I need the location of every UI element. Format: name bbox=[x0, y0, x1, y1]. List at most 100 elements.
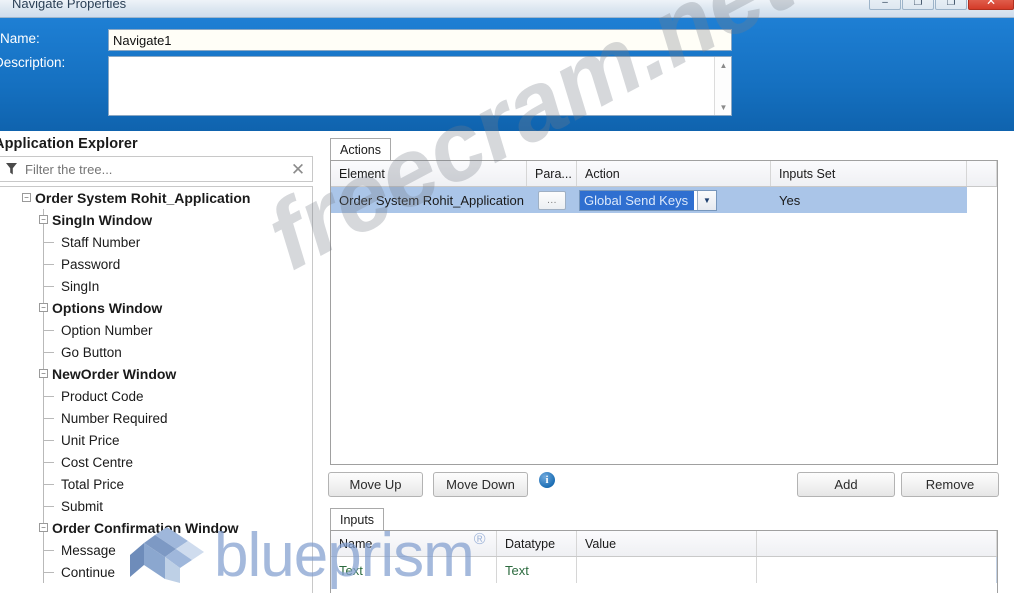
tree-item[interactable]: Unit Price bbox=[0, 429, 312, 451]
column-header-name: Name bbox=[331, 531, 497, 556]
remove-button[interactable]: Remove bbox=[901, 472, 999, 497]
cell-input-name[interactable]: Text bbox=[331, 557, 497, 583]
tree-expander-icon[interactable]: − bbox=[39, 215, 48, 224]
tree-item[interactable]: SingIn bbox=[0, 275, 312, 297]
restore-button[interactable]: ❐ bbox=[935, 0, 967, 10]
tree-connector-line bbox=[43, 352, 54, 353]
tree-item-label: Password bbox=[61, 256, 121, 272]
tree-item[interactable]: − NewOrder Window bbox=[0, 363, 312, 385]
tree-item-label: Cost Centre bbox=[61, 454, 134, 470]
inputs-grid-header: Name Datatype Value bbox=[331, 531, 997, 557]
chevron-down-icon[interactable]: ▼ bbox=[697, 190, 716, 210]
add-button[interactable]: Add bbox=[797, 472, 895, 497]
application-explorer-title: Application Explorer bbox=[0, 136, 138, 152]
actions-grid-header: Element Para... Action Inputs Set bbox=[331, 161, 997, 187]
tree-connector-line bbox=[43, 484, 54, 485]
cell-spacer bbox=[967, 187, 997, 213]
column-header-spacer bbox=[967, 161, 997, 186]
tree-item[interactable]: Number Required bbox=[0, 407, 312, 429]
table-row[interactable]: Text Text bbox=[331, 557, 997, 583]
close-button[interactable]: ✕ bbox=[968, 0, 1014, 10]
tree-expander-icon[interactable]: − bbox=[39, 523, 48, 532]
navigate-properties-window: Navigate Properties – ❐ ❐ ✕ Name: Descri… bbox=[0, 0, 1014, 593]
minimize-button[interactable]: – bbox=[869, 0, 901, 10]
tree-item-label: Product Code bbox=[61, 388, 144, 404]
filter-box: ✕ bbox=[0, 156, 313, 182]
tree-connector-line bbox=[43, 396, 54, 397]
tree-expander-icon[interactable]: − bbox=[39, 369, 48, 378]
tree-connector-line bbox=[43, 440, 54, 441]
tree-expander-icon[interactable]: − bbox=[22, 193, 31, 202]
tree-connector-line bbox=[43, 506, 54, 507]
move-down-button[interactable]: Move Down bbox=[433, 472, 528, 497]
tree-item-label: Continue bbox=[61, 564, 116, 580]
window-controls: – ❐ ❐ ✕ bbox=[868, 0, 1014, 10]
cell-inputs-set[interactable]: Yes bbox=[771, 187, 967, 213]
cell-input-spacer bbox=[757, 557, 997, 583]
inputs-grid[interactable]: Name Datatype Value Text Text bbox=[330, 530, 998, 593]
column-header-datatype: Datatype bbox=[497, 531, 577, 556]
tree-item-label: Staff Number bbox=[61, 234, 141, 250]
scroll-up-arrow-icon[interactable]: ▲ bbox=[715, 57, 732, 73]
tree-item[interactable]: Submit bbox=[0, 495, 312, 517]
tree-item-label: Order System Rohit_Application bbox=[35, 190, 251, 206]
tree-item[interactable]: − SingIn Window bbox=[0, 209, 312, 231]
table-row[interactable]: Order System Rohit_Application ... Globa… bbox=[331, 187, 997, 213]
tree-item[interactable]: − Order System Rohit_Application bbox=[0, 187, 312, 209]
column-header-spacer-2 bbox=[757, 531, 997, 556]
tree-item[interactable]: − Order Confirmation Window bbox=[0, 517, 312, 539]
tree-connector-line bbox=[43, 286, 54, 287]
tree-connector-line bbox=[43, 550, 54, 551]
tab-inputs[interactable]: Inputs bbox=[330, 508, 385, 530]
window-title: Navigate Properties bbox=[12, 0, 127, 11]
tree-item[interactable]: Password bbox=[0, 253, 312, 275]
scroll-down-arrow-icon[interactable]: ▼ bbox=[715, 99, 732, 115]
tree-item-label: Option Number bbox=[61, 322, 153, 338]
description-field-wrapper: ▲ ▼ bbox=[108, 56, 732, 116]
tree-item-label: Number Required bbox=[61, 410, 168, 426]
tree-item[interactable]: Message bbox=[0, 539, 312, 561]
cell-action[interactable]: Global Send Keys ▼ bbox=[577, 187, 771, 213]
actions-grid[interactable]: Element Para... Action Inputs Set Order … bbox=[330, 160, 998, 465]
action-dropdown[interactable]: Global Send Keys ▼ bbox=[579, 189, 717, 211]
filter-tree-input[interactable] bbox=[23, 160, 284, 178]
tree-item-label: Go Button bbox=[61, 344, 122, 360]
column-header-element: Element bbox=[331, 161, 527, 186]
column-header-inputs-set: Inputs Set bbox=[771, 161, 967, 186]
column-header-parameters: Para... bbox=[527, 161, 577, 186]
tree-item-label: Options Window bbox=[52, 300, 163, 316]
tree-expander-icon[interactable]: − bbox=[39, 303, 48, 312]
tree-item[interactable]: Total Price bbox=[0, 473, 312, 495]
parameters-ellipsis-button[interactable]: ... bbox=[538, 190, 566, 210]
tree-item-label: Message bbox=[61, 542, 116, 558]
tree-connector-line bbox=[43, 418, 54, 419]
cell-input-value[interactable] bbox=[577, 557, 757, 583]
cell-element[interactable]: Order System Rohit_Application bbox=[331, 187, 527, 213]
description-textarea[interactable] bbox=[109, 57, 714, 115]
description-label: Description: bbox=[0, 55, 66, 70]
cell-parameters[interactable]: ... bbox=[527, 187, 577, 213]
tree-item[interactable]: Go Button bbox=[0, 341, 312, 363]
name-input[interactable] bbox=[108, 29, 732, 51]
tree-item[interactable]: Product Code bbox=[0, 385, 312, 407]
tree-item-label: Order Confirmation Window bbox=[52, 520, 239, 536]
cell-input-datatype[interactable]: Text bbox=[497, 557, 577, 583]
tree-item[interactable]: Continue bbox=[0, 561, 312, 583]
move-up-button[interactable]: Move Up bbox=[328, 472, 423, 497]
column-header-action: Action bbox=[577, 161, 771, 186]
funnel-icon bbox=[0, 163, 23, 175]
tree-item[interactable]: Option Number bbox=[0, 319, 312, 341]
description-scrollbar[interactable]: ▲ ▼ bbox=[714, 57, 731, 115]
column-header-value: Value bbox=[577, 531, 757, 556]
tree-item[interactable]: Staff Number bbox=[0, 231, 312, 253]
maximize-button[interactable]: ❐ bbox=[902, 0, 934, 10]
tree-connector-line bbox=[43, 264, 54, 265]
tree-item[interactable]: Cost Centre bbox=[0, 451, 312, 473]
application-tree[interactable]: − Order System Rohit_Application − SingIn W… bbox=[0, 186, 313, 593]
info-icon[interactable]: i bbox=[539, 472, 555, 488]
tree-connector-line bbox=[43, 462, 54, 463]
clear-filter-icon[interactable]: ✕ bbox=[284, 161, 312, 178]
tab-actions[interactable]: Actions bbox=[330, 138, 391, 160]
name-label: Name: bbox=[0, 31, 40, 46]
tree-item[interactable]: − Options Window bbox=[0, 297, 312, 319]
